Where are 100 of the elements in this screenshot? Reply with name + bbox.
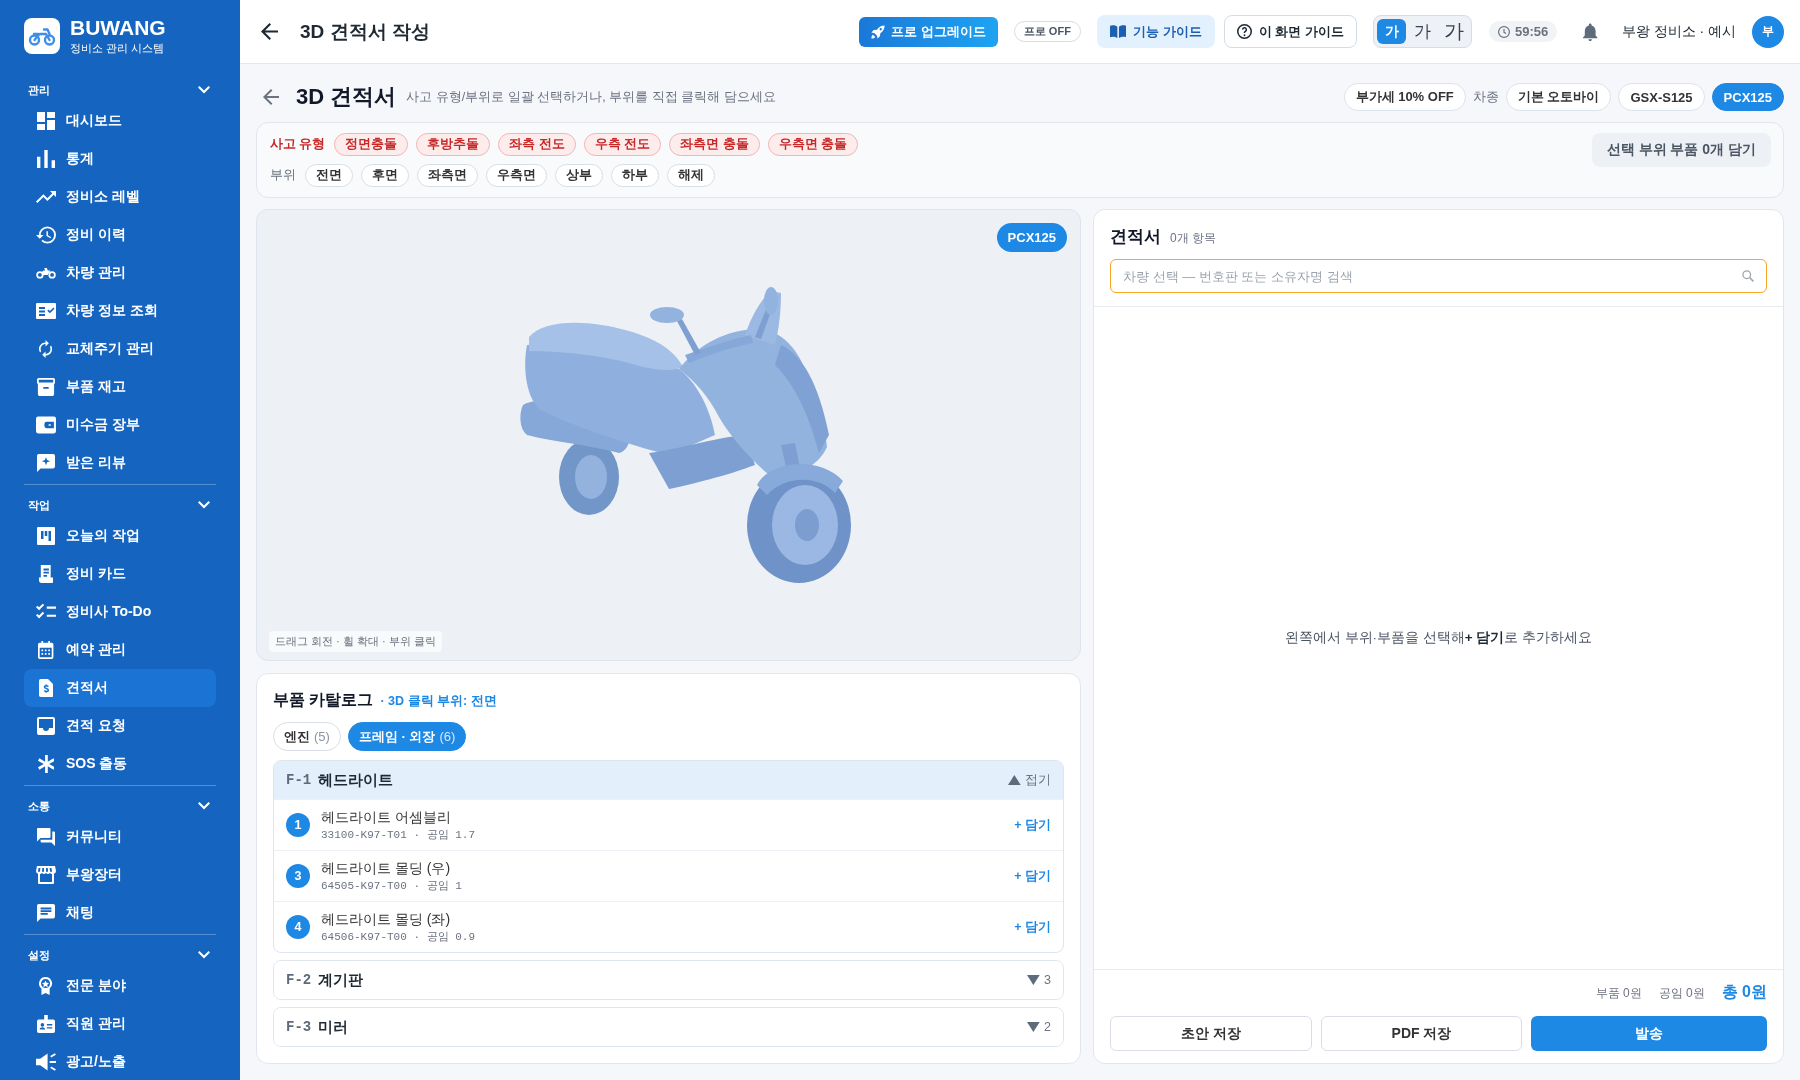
sidebar-item[interactable]: 정비소 레벨 <box>24 178 216 216</box>
font-size-button[interactable]: 가 <box>1408 19 1437 44</box>
sidebar-item[interactable]: 정비 카드 <box>24 555 216 593</box>
body-part-chip[interactable]: 상부 <box>555 164 603 187</box>
body-part-chip[interactable]: 우측면 <box>486 164 547 187</box>
category-tab[interactable]: 프레임 · 외장 (6) <box>347 722 467 751</box>
group-name: 헤드라이트 <box>318 770 394 790</box>
sidebar-item[interactable]: 전문 분야 <box>24 967 216 1005</box>
body-part-chip[interactable]: 좌측면 <box>417 164 478 187</box>
sidebar-item[interactable]: 견적서 <box>24 669 216 707</box>
accident-type-chip[interactable]: 우측면 충돌 <box>767 133 859 156</box>
feature-guide-button[interactable]: 기능 가이드 <box>1096 15 1215 48</box>
bar-chart-icon <box>37 150 55 168</box>
body-part-chip[interactable]: 하부 <box>611 164 659 187</box>
checklist-icon <box>36 603 56 621</box>
add-to-quote-button[interactable]: + 담기 <box>1014 867 1051 885</box>
document-icon <box>38 565 54 583</box>
sidebar-item[interactable]: 광고/노출 <box>24 1043 216 1080</box>
back-arrow-icon[interactable] <box>261 23 278 40</box>
chat-bubbles-icon <box>37 828 55 846</box>
section-header[interactable]: 소통 <box>24 794 216 818</box>
add-selected-parts-button[interactable]: 선택 부위 부품 0개 담기 <box>1591 133 1771 167</box>
part-group-header[interactable]: F-2 계기판 3 <box>274 961 1063 999</box>
accident-type-chip[interactable]: 좌측 전도 <box>498 133 576 156</box>
part-group-header[interactable]: F-1 헤드라이트 접기 <box>274 761 1063 799</box>
brand-subtitle: 정비소 관리 시스템 <box>70 41 166 55</box>
dashboard-icon <box>37 112 55 130</box>
body-part-chip[interactable]: 전면 <box>305 164 353 187</box>
grand-total: 총 0원 <box>1721 982 1767 1002</box>
open-book-icon <box>1109 25 1127 38</box>
upgrade-button[interactable]: 프로 업그레이드 <box>859 16 998 47</box>
add-to-quote-button[interactable]: + 담기 <box>1014 918 1051 936</box>
sidebar-item[interactable]: 부품 재고 <box>24 368 216 406</box>
part-detail: 33100-K97-T01 · 공임 1.7 <box>321 828 476 842</box>
page-subtitle: 사고 유형/부위로 일괄 선택하거나, 부위를 직접 클릭해 담으세요 <box>406 88 776 106</box>
sidebar-item[interactable]: 견적 요청 <box>24 707 216 745</box>
sidebar-item[interactable]: 교체주기 관리 <box>24 330 216 368</box>
group-name: 미러 <box>318 1017 349 1037</box>
sidebar-item[interactable]: 부왕장터 <box>24 856 216 894</box>
archive-box-icon <box>37 378 55 396</box>
accident-type-chip[interactable]: 후방추돌 <box>416 133 491 156</box>
sidebar-item[interactable]: 오늘의 작업 <box>24 517 216 555</box>
accident-type-label: 사고 유형 <box>270 136 326 153</box>
vehicle-model-chip[interactable]: 기본 오토바이 <box>1505 83 1612 111</box>
timer-value: 59:56 <box>1515 24 1549 39</box>
part-name: 헤드라이트 몰딩 (우) <box>321 859 452 877</box>
shop-name: 부왕 정비소 · 예시 <box>1621 22 1736 41</box>
vehicle-model-chip[interactable]: GSX-S125 <box>1618 83 1705 111</box>
sidebar-item[interactable]: SOS 출동 <box>24 745 216 783</box>
viewer-hint: 드래그 회전 · 휠 확대 · 부위 클릭 <box>269 631 442 652</box>
save-pdf-button[interactable]: PDF 저장 <box>1321 1016 1522 1051</box>
storefront-icon <box>36 866 56 884</box>
sidebar-item[interactable]: 정비사 To-Do <box>24 593 216 631</box>
model-viewer[interactable]: PCX125 드래그 회전 · 휠 확대 · 부위 클릭 <box>256 209 1081 661</box>
group-toggle[interactable]: 접기 <box>1008 771 1051 789</box>
sidebar-item[interactable]: 대시보드 <box>24 102 216 140</box>
part-group-header[interactable]: F-3 미러 2 <box>274 1008 1063 1046</box>
bell-icon[interactable] <box>1583 22 1598 41</box>
font-size-button[interactable]: 가 <box>1439 19 1468 44</box>
checklist-card-icon <box>36 302 56 320</box>
vehicle-search-field[interactable]: 차량 선택 — 번호판 또는 소유자명 검색 <box>1110 259 1767 293</box>
font-size-button[interactable]: 가 <box>1377 19 1406 44</box>
accident-type-chip[interactable]: 정면충돌 <box>334 133 409 156</box>
model-label: 차종 <box>1472 88 1499 106</box>
save-draft-button[interactable]: 초안 저장 <box>1110 1016 1312 1051</box>
accident-type-chip[interactable]: 우측 전도 <box>583 133 662 156</box>
add-to-quote-button[interactable]: + 담기 <box>1014 816 1051 834</box>
body-part-chip[interactable]: 후면 <box>361 164 409 187</box>
sidebar-item[interactable]: 예약 관리 <box>24 631 216 669</box>
history-icon <box>36 226 56 244</box>
search-icon <box>1742 270 1754 282</box>
item-count: 0개 항목 <box>1170 230 1216 247</box>
category-tab[interactable]: 엔진 (5) <box>273 722 341 751</box>
section-header[interactable]: 설정 <box>24 943 216 967</box>
group-toggle[interactable]: 3 <box>1027 973 1051 987</box>
sidebar-item[interactable]: 직원 관리 <box>24 1005 216 1043</box>
screen-guide-button[interactable]: 이 화면 가이드 <box>1223 15 1357 48</box>
sidebar-item[interactable]: 정비 이력 <box>24 216 216 254</box>
user-avatar[interactable]: 부 <box>1752 15 1784 48</box>
sidebar-item[interactable]: 차량 정보 조회 <box>24 292 216 330</box>
rocket-icon <box>871 24 886 39</box>
part-number-badge: 4 <box>286 915 310 939</box>
vat-toggle-button[interactable]: 부가세 10% OFF <box>1343 83 1466 111</box>
part-detail: 64506-K97-T00 · 공임 0.9 <box>321 930 476 944</box>
sidebar-item[interactable]: 차량 관리 <box>24 254 216 292</box>
sidebar-item[interactable]: 채팅 <box>24 894 216 932</box>
send-button[interactable]: 발송 <box>1531 1016 1767 1051</box>
body-part-chip[interactable]: 해제 <box>667 164 715 187</box>
sidebar-item[interactable]: 받은 리뷰 <box>24 444 216 482</box>
section-header[interactable]: 관리 <box>24 78 216 102</box>
vehicle-model-chip[interactable]: PCX125 <box>1711 83 1784 111</box>
sidebar-item[interactable]: 커뮤니티 <box>24 818 216 856</box>
group-code: F-2 <box>286 972 312 988</box>
section-header[interactable]: 작업 <box>24 493 216 517</box>
part-number-badge: 3 <box>286 864 310 888</box>
sidebar-item[interactable]: 통계 <box>24 140 216 178</box>
accident-type-chip[interactable]: 좌측면 충돌 <box>669 133 760 156</box>
sidebar-item[interactable]: 미수금 장부 <box>24 406 216 444</box>
group-toggle[interactable]: 2 <box>1027 1020 1051 1034</box>
dollar-document-icon <box>38 679 54 697</box>
